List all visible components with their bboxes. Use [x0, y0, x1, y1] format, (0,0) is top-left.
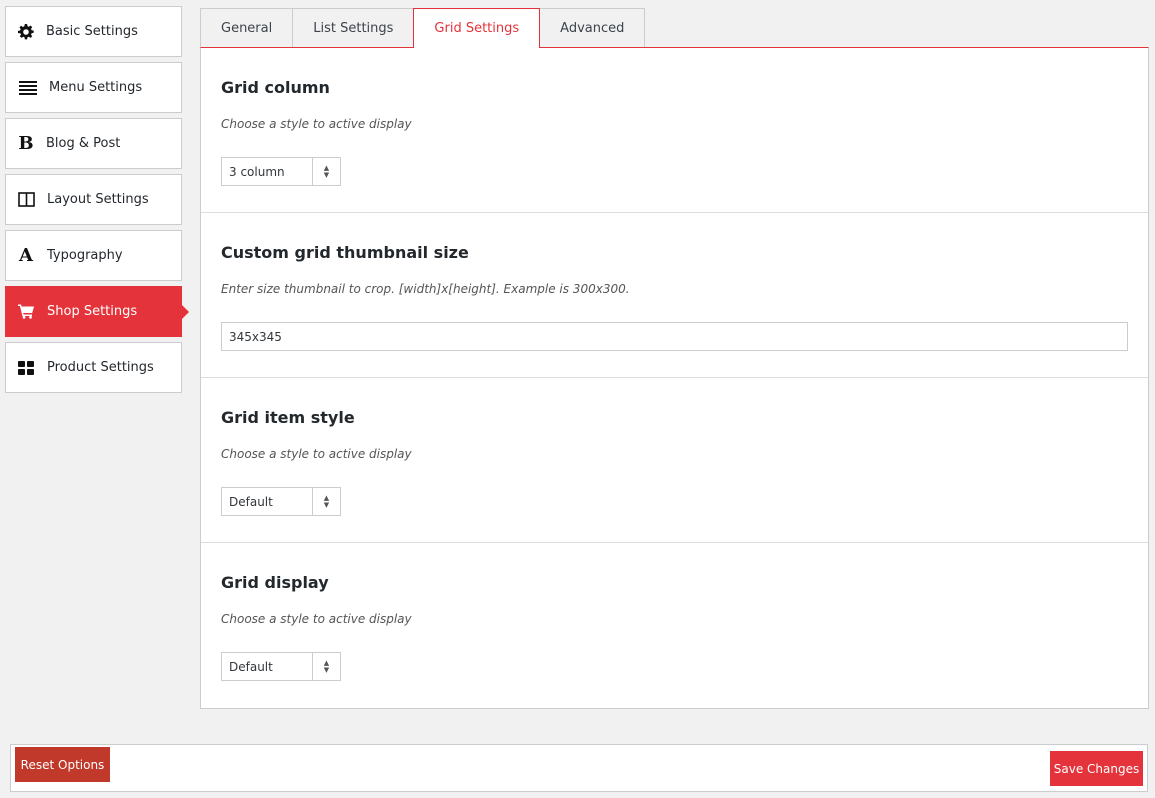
- section-description: Choose a style to active display: [221, 117, 412, 131]
- sidebar-item-label: Basic Settings: [46, 24, 138, 39]
- sidebar-item-product-settings[interactable]: Product Settings: [5, 342, 182, 393]
- options-footer: Reset Options Save Changes: [10, 744, 1148, 792]
- section-title: Custom grid thumbnail size: [221, 243, 469, 262]
- sidebar-item-layout-settings[interactable]: Layout Settings: [5, 174, 182, 225]
- sidebar-item-label: Blog & Post: [46, 136, 121, 151]
- section-description: Choose a style to active display: [221, 447, 412, 461]
- section-title: Grid item style: [221, 408, 355, 427]
- sidebar-item-typography[interactable]: A Typography: [5, 230, 182, 281]
- sidebar-item-label: Product Settings: [47, 360, 154, 375]
- updown-arrows-icon: ▲ ▼: [312, 653, 340, 680]
- grid-column-select[interactable]: 3 column ▲ ▼: [221, 157, 341, 186]
- sidebar-item-blog-post[interactable]: B Blog & Post: [5, 118, 182, 169]
- gear-icon: [6, 23, 46, 40]
- section-description: Choose a style to active display: [221, 612, 412, 626]
- thumbnail-size-section: Custom grid thumbnail size Enter size th…: [201, 213, 1148, 378]
- bold-b-icon: B: [18, 133, 34, 154]
- select-value: 3 column: [229, 164, 285, 179]
- settings-sidebar: Basic Settings Menu Settings B Blog & Po…: [5, 6, 189, 398]
- sidebar-item-label: Typography: [47, 248, 123, 263]
- tab-grid-settings[interactable]: Grid Settings: [413, 8, 541, 49]
- tab-advanced[interactable]: Advanced: [539, 8, 646, 48]
- sidebar-item-label: Layout Settings: [47, 192, 149, 207]
- save-changes-button[interactable]: Save Changes: [1050, 751, 1143, 786]
- grid-icon: [6, 360, 46, 375]
- cart-icon: [6, 304, 46, 319]
- menu-lines-icon: [6, 80, 46, 95]
- sidebar-item-menu-settings[interactable]: Menu Settings: [5, 62, 182, 113]
- select-value: Default: [229, 659, 273, 674]
- grid-display-select[interactable]: Default ▲ ▼: [221, 652, 341, 681]
- letter-a-icon: A: [19, 245, 33, 266]
- section-title: Grid display: [221, 573, 329, 592]
- tab-general[interactable]: General: [200, 8, 294, 48]
- updown-arrows-icon: ▲ ▼: [312, 158, 340, 185]
- grid-settings-panel: Grid column Choose a style to active dis…: [200, 47, 1149, 709]
- tab-list-settings[interactable]: List Settings: [292, 8, 415, 48]
- sidebar-item-basic-settings[interactable]: Basic Settings: [5, 6, 182, 57]
- grid-column-section: Grid column Choose a style to active dis…: [201, 48, 1148, 213]
- updown-arrows-icon: ▲ ▼: [312, 488, 340, 515]
- reset-options-button[interactable]: Reset Options: [15, 747, 110, 782]
- settings-tabs: General List Settings Grid Settings Adva…: [200, 8, 646, 49]
- section-title: Grid column: [221, 78, 330, 97]
- grid-item-style-section: Grid item style Choose a style to active…: [201, 378, 1148, 543]
- select-value: Default: [229, 494, 273, 509]
- section-description: Enter size thumbnail to crop. [width]x[h…: [221, 282, 630, 296]
- grid-item-style-select[interactable]: Default ▲ ▼: [221, 487, 341, 516]
- thumbnail-size-input[interactable]: [221, 322, 1128, 351]
- sidebar-item-label: Shop Settings: [47, 304, 138, 319]
- sidebar-item-label: Menu Settings: [49, 80, 143, 95]
- columns-icon: [6, 192, 46, 207]
- sidebar-item-shop-settings[interactable]: Shop Settings: [5, 286, 189, 337]
- grid-display-section: Grid display Choose a style to active di…: [201, 543, 1148, 708]
